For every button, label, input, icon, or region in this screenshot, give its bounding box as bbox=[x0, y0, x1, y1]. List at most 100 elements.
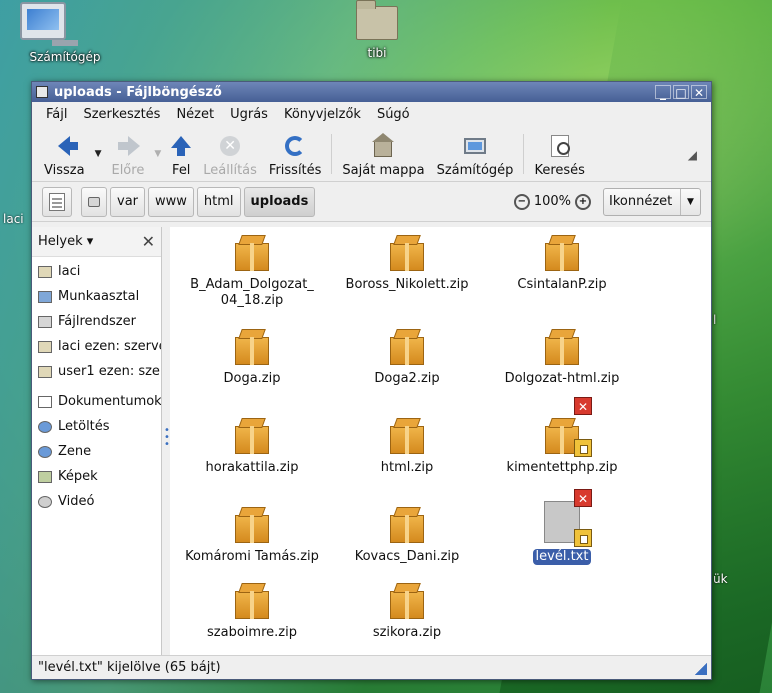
status-text: "levél.txt" kijelölve (65 bájt) bbox=[38, 660, 221, 675]
up-label: Fel bbox=[172, 162, 191, 178]
sidebar-item-downloads[interactable]: Letöltés bbox=[32, 414, 161, 439]
minimize-button[interactable]: _ bbox=[655, 85, 671, 100]
toolbar-separator bbox=[331, 133, 333, 174]
location-bar: var www html uploads − 100% + Ikonnézet … bbox=[32, 182, 711, 222]
sidebar-item-pictures[interactable]: Képek bbox=[32, 464, 161, 489]
file-name: Doga2.zip bbox=[374, 371, 440, 386]
search-label: Keresés bbox=[534, 162, 585, 178]
computer-icon bbox=[464, 137, 486, 154]
sidebar-separator bbox=[38, 386, 155, 387]
computer-icon bbox=[20, 2, 110, 46]
zoom-out-icon[interactable]: − bbox=[513, 193, 530, 210]
reload-button[interactable]: Frissítés bbox=[263, 128, 328, 180]
back-button[interactable]: Vissza bbox=[38, 128, 91, 180]
pane-splitter[interactable]: • • • bbox=[162, 227, 170, 655]
file-name: CsintalanP.zip bbox=[517, 277, 607, 292]
file-item[interactable]: Komáromi Tamás.zip bbox=[177, 507, 327, 565]
zoom-level[interactable]: 100% bbox=[534, 194, 571, 209]
music-icon bbox=[38, 445, 52, 458]
network-folder-icon bbox=[38, 365, 52, 378]
desktop-icon bbox=[38, 290, 52, 303]
menu-view[interactable]: Nézet bbox=[168, 107, 222, 122]
folder-icon bbox=[356, 0, 398, 40]
desktop-icon-tibi[interactable]: tibi bbox=[332, 0, 422, 60]
back-history-dropdown[interactable]: ▼ bbox=[95, 149, 102, 159]
file-item[interactable]: Boross_Nikolett.zip bbox=[332, 235, 482, 293]
file-item[interactable]: ✕ kimentettphp.zip bbox=[487, 397, 637, 476]
sidebar-item-filesystem[interactable]: Fájlrendszer bbox=[32, 309, 161, 334]
crumb-root-button[interactable] bbox=[81, 186, 107, 217]
file-name: szaboimre.zip bbox=[207, 625, 297, 640]
view-mode-select[interactable]: Ikonnézet ▼ bbox=[603, 187, 701, 216]
network-folder-icon bbox=[38, 340, 52, 353]
sidebar-item-user1-server[interactable]: user1 ezen: sze bbox=[32, 359, 161, 384]
file-item[interactable]: horakattila.zip bbox=[177, 418, 327, 476]
sidebar-item-music[interactable]: Zene bbox=[32, 439, 161, 464]
toggle-location-entry-button[interactable] bbox=[42, 186, 72, 217]
file-item[interactable]: Doga.zip bbox=[177, 329, 327, 387]
file-item[interactable]: szaboimre.zip bbox=[177, 583, 327, 641]
crumb-uploads[interactable]: uploads bbox=[243, 186, 316, 217]
zip-archive-icon bbox=[390, 418, 424, 454]
crumb-var[interactable]: var bbox=[110, 186, 146, 217]
file-item[interactable]: Kovacs_Dani.zip bbox=[332, 507, 482, 565]
file-name: Dolgozat-html.zip bbox=[504, 371, 620, 386]
back-label: Vissza bbox=[44, 162, 85, 178]
titlebar[interactable]: uploads - Fájlböngésző _ □ ✕ bbox=[32, 82, 711, 102]
sidebar-item-desktop[interactable]: Munkaasztal bbox=[32, 284, 161, 309]
close-button[interactable]: ✕ bbox=[691, 85, 707, 100]
menu-help[interactable]: Súgó bbox=[369, 107, 418, 122]
file-name: Doga.zip bbox=[223, 371, 281, 386]
zip-archive-icon bbox=[235, 507, 269, 543]
chevron-down-icon: ▼ bbox=[680, 188, 700, 215]
crumb-html[interactable]: html bbox=[196, 186, 241, 217]
toolbar-overflow-icon[interactable]: ◢ bbox=[688, 148, 697, 162]
toolbar-separator bbox=[523, 133, 525, 174]
file-item[interactable]: Doga2.zip bbox=[332, 329, 482, 387]
file-item[interactable]: B_Adam_Dolgozat_ 04_18.zip bbox=[177, 235, 327, 309]
home-button[interactable]: Saját mappa bbox=[336, 128, 430, 180]
file-item[interactable]: Dolgozat-html.zip bbox=[487, 329, 637, 387]
menu-edit[interactable]: Szerkesztés bbox=[75, 107, 168, 122]
crumb-www[interactable]: www bbox=[148, 186, 194, 217]
zip-archive-icon bbox=[545, 329, 579, 365]
filesystem-icon bbox=[38, 315, 52, 328]
file-item[interactable]: CsintalanP.zip bbox=[487, 235, 637, 293]
splitter-grip-icon: • • • bbox=[164, 425, 170, 450]
sidebar-item-laci-server[interactable]: laci ezen: szerve bbox=[32, 334, 161, 359]
file-item-selected[interactable]: ✕ levél.txt bbox=[487, 489, 637, 565]
sidebar-close-icon[interactable]: ✕ bbox=[142, 232, 155, 251]
computer-button[interactable]: Számítógép bbox=[431, 128, 520, 180]
unreadable-emblem-icon: ✕ bbox=[574, 489, 592, 507]
sidebar-item-videos[interactable]: Videó bbox=[32, 489, 161, 514]
resize-grip-icon[interactable] bbox=[695, 663, 707, 675]
sidebar-title-dropdown[interactable]: Helyek ▾ bbox=[38, 234, 142, 249]
zip-archive-icon bbox=[390, 583, 424, 619]
desktop-icon-computer[interactable]: Számítógép bbox=[20, 2, 110, 64]
view-mode-value: Ikonnézet bbox=[609, 194, 673, 209]
zip-archive-icon bbox=[390, 507, 424, 543]
window-app-icon[interactable] bbox=[36, 86, 48, 98]
file-item[interactable]: szikora.zip bbox=[332, 583, 482, 641]
menu-bookmarks[interactable]: Könyvjelzők bbox=[276, 107, 369, 122]
file-browser-window: uploads - Fájlböngésző _ □ ✕ Fájl Szerke… bbox=[31, 81, 712, 680]
sidebar-item-documents[interactable]: Dokumentumok bbox=[32, 389, 161, 414]
computer-label: Számítógép bbox=[436, 162, 514, 178]
sidebar-item-laci[interactable]: laci bbox=[32, 259, 161, 284]
menu-file[interactable]: Fájl bbox=[38, 107, 75, 122]
home-folder-icon bbox=[38, 265, 52, 278]
refresh-icon bbox=[285, 135, 306, 156]
forward-button[interactable]: Előre bbox=[105, 128, 150, 180]
file-item[interactable]: html.zip bbox=[332, 418, 482, 476]
search-button[interactable]: Keresés bbox=[528, 128, 590, 180]
zoom-in-icon[interactable]: + bbox=[575, 193, 591, 210]
stop-button[interactable]: ✕ Leállítás bbox=[197, 128, 263, 180]
back-arrow-icon bbox=[58, 135, 79, 156]
up-button[interactable]: Fel bbox=[165, 128, 197, 180]
menu-go[interactable]: Ugrás bbox=[222, 107, 276, 122]
maximize-button[interactable]: □ bbox=[673, 85, 689, 100]
lock-emblem-icon bbox=[574, 529, 592, 547]
forward-history-dropdown[interactable]: ▼ bbox=[154, 149, 161, 159]
zoom-control: − 100% + bbox=[510, 193, 595, 210]
stop-label: Leállítás bbox=[203, 162, 257, 178]
